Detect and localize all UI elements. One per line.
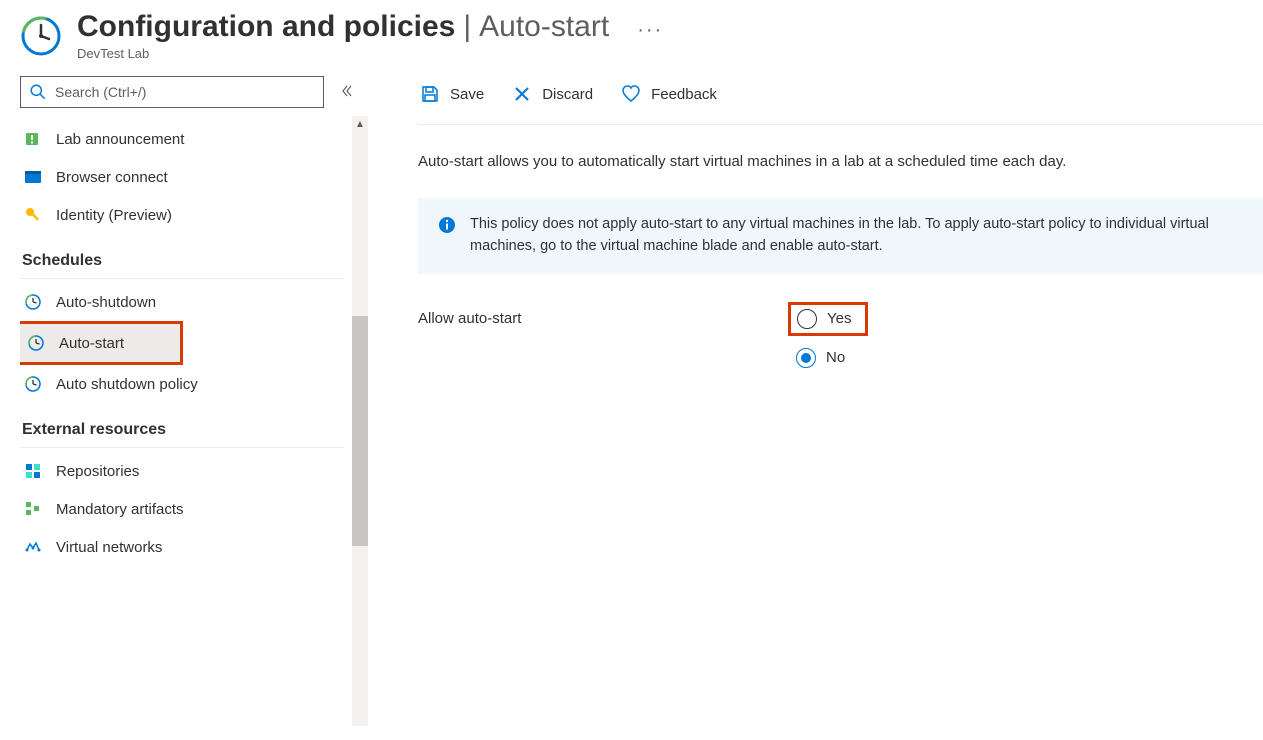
feedback-label: Feedback	[651, 86, 717, 103]
page-title: Configuration and policies	[77, 10, 455, 44]
sidebar-item-label: Virtual networks	[56, 539, 162, 556]
feedback-button[interactable]: Feedback	[619, 80, 719, 108]
sidebar-item-repositories[interactable]: Repositories	[20, 452, 352, 490]
sidebar-scrollbar[interactable]: ▲	[352, 116, 368, 726]
page-subtitle: Auto-start	[479, 10, 609, 44]
sidebar-item-label: Lab announcement	[56, 131, 184, 148]
sidebar-item-label: Mandatory artifacts	[56, 501, 184, 518]
radio-no-label: No	[826, 349, 845, 366]
artifacts-icon	[24, 500, 42, 518]
title-separator: |	[463, 10, 471, 44]
sidebar-item-lab-announcement[interactable]: Lab announcement	[20, 120, 352, 158]
announcement-icon	[24, 130, 42, 148]
sidebar-item-label: Auto-start	[59, 335, 124, 352]
sidebar-item-label: Browser connect	[56, 169, 168, 186]
sidebar-item-label: Auto-shutdown	[56, 294, 156, 311]
key-icon	[24, 206, 42, 224]
scrollbar-up-arrow[interactable]: ▲	[352, 116, 368, 132]
search-box[interactable]	[20, 76, 324, 108]
info-banner-text: This policy does not apply auto-start to…	[470, 214, 1243, 258]
radio-dot-icon	[801, 353, 811, 363]
save-label: Save	[450, 86, 484, 103]
radio-no[interactable]: No	[788, 342, 868, 374]
clock-icon	[27, 334, 45, 352]
allow-auto-start-radio-group: Yes No	[788, 302, 868, 374]
radio-circle-icon	[797, 309, 817, 329]
network-icon	[24, 538, 42, 556]
page-header: Configuration and policies | Auto-start …	[0, 0, 1263, 76]
clock-icon	[24, 375, 42, 393]
info-icon	[438, 216, 456, 234]
sidebar-item-auto-shutdown-policy[interactable]: Auto shutdown policy	[20, 365, 352, 403]
toolbar: Save Discard Feedback	[418, 80, 1263, 125]
collapse-sidebar-button[interactable]	[336, 80, 358, 105]
more-actions-button[interactable]: ···	[637, 19, 663, 42]
sidebar-item-label: Identity (Preview)	[56, 207, 172, 224]
clock-resource-icon	[20, 15, 62, 57]
discard-icon	[512, 84, 532, 104]
discard-label: Discard	[542, 86, 593, 103]
discard-button[interactable]: Discard	[510, 80, 595, 108]
sidebar: Lab announcement Browser connect	[0, 76, 368, 726]
sidebar-item-virtual-networks[interactable]: Virtual networks	[20, 528, 352, 566]
section-schedules: Schedules	[20, 242, 344, 279]
browser-icon	[24, 168, 42, 186]
resource-type-label: DevTest Lab	[77, 46, 663, 61]
info-banner: This policy does not apply auto-start to…	[418, 198, 1263, 274]
repo-icon	[24, 462, 42, 480]
save-button[interactable]: Save	[418, 80, 486, 108]
clock-icon	[24, 293, 42, 311]
sidebar-item-label: Repositories	[56, 463, 139, 480]
scrollbar-thumb[interactable]	[352, 316, 368, 546]
sidebar-item-auto-shutdown[interactable]: Auto-shutdown	[20, 283, 352, 321]
sidebar-item-identity[interactable]: Identity (Preview)	[20, 196, 352, 234]
allow-auto-start-label: Allow auto-start	[418, 302, 788, 327]
description-text: Auto-start allows you to automatically s…	[418, 153, 1263, 170]
sidebar-item-mandatory-artifacts[interactable]: Mandatory artifacts	[20, 490, 352, 528]
radio-circle-checked-icon	[796, 348, 816, 368]
section-external: External resources	[20, 411, 344, 448]
heart-icon	[621, 84, 641, 104]
search-input[interactable]	[55, 84, 315, 100]
allow-auto-start-row: Allow auto-start Yes No	[418, 302, 1263, 374]
sidebar-item-label: Auto shutdown policy	[56, 376, 198, 393]
sidebar-item-browser-connect[interactable]: Browser connect	[20, 158, 352, 196]
main-content: Save Discard Feedback Auto-start allows …	[368, 76, 1263, 726]
radio-yes-label: Yes	[827, 310, 851, 327]
sidebar-item-auto-start[interactable]: Auto-start	[20, 321, 183, 365]
radio-yes[interactable]: Yes	[788, 302, 868, 336]
save-icon	[420, 84, 440, 104]
search-icon	[29, 83, 47, 101]
